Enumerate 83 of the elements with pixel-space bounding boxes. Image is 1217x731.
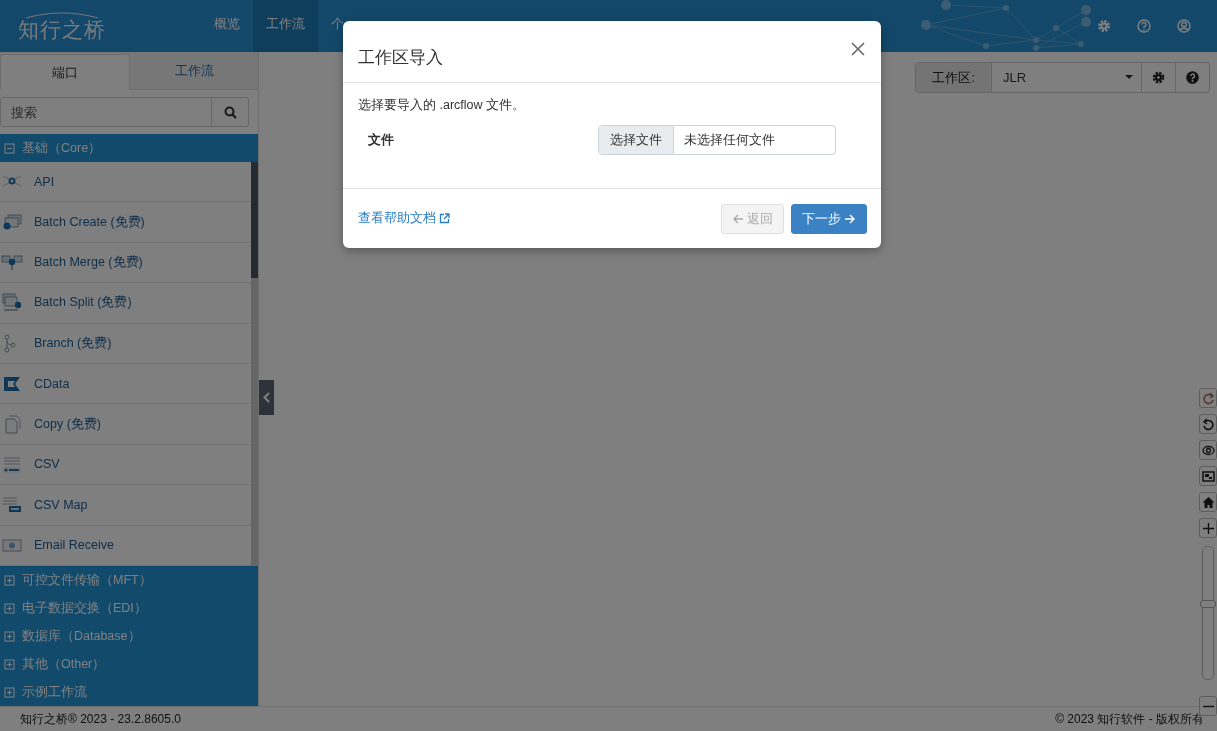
logo-text: 知行之桥 xyxy=(18,19,106,41)
category-label: 可控文件传输（MFT） xyxy=(22,571,152,589)
category-header[interactable]: 电子数据交换（EDI） xyxy=(0,594,258,622)
settings-icon xyxy=(1152,71,1165,84)
port-icon xyxy=(1,293,23,313)
port-label: API xyxy=(34,174,55,189)
fit-button[interactable] xyxy=(1199,466,1217,486)
dialog-description: 选择要导入的 .arcflow 文件。 xyxy=(358,97,526,114)
dialog-title: 工作区导入 xyxy=(358,47,443,69)
port-item[interactable]: Batch Split (免费) xyxy=(0,283,251,324)
chevron-left-icon xyxy=(263,392,270,403)
port-label: Copy (免费) xyxy=(34,415,101,433)
file-status-text: 未选择任何文件 xyxy=(683,132,775,149)
scrollbar-thumb[interactable] xyxy=(251,162,258,278)
zoom-slider[interactable] xyxy=(1202,546,1214,680)
sidebar-tab[interactable]: 端口 xyxy=(0,54,130,90)
fit-screen-icon xyxy=(1201,469,1215,483)
arrow-right-icon xyxy=(844,212,856,225)
search-icon xyxy=(223,105,237,119)
help-icon xyxy=(1186,71,1199,84)
version-text: 知行之桥® 2023 - 23.2.8605.0 xyxy=(20,710,181,728)
nav-tab[interactable]: 工作流 xyxy=(253,0,318,52)
collapse-sidebar-button[interactable] xyxy=(259,380,274,415)
port-icon xyxy=(1,212,23,232)
workspace-selector[interactable]: 工作区: JLR xyxy=(915,62,1142,93)
category-label: 数据库（Database） xyxy=(22,627,141,645)
workspace-label: 工作区: xyxy=(916,63,992,92)
help-link[interactable]: 查看帮助文档 xyxy=(358,210,450,227)
next-button[interactable]: 下一步 xyxy=(791,203,867,234)
port-icon xyxy=(1,495,23,515)
port-item[interactable]: Copy (免费) xyxy=(0,404,251,445)
port-icon xyxy=(1,454,23,474)
port-icon xyxy=(1,252,23,272)
view-button[interactable] xyxy=(1199,440,1217,460)
undo-button[interactable] xyxy=(1199,414,1217,434)
port-label: Batch Split (免费) xyxy=(34,294,132,312)
settings-icon[interactable] xyxy=(1097,19,1111,33)
category-label: 示例工作流 xyxy=(22,683,87,701)
sidebar-tab[interactable]: 工作流 xyxy=(130,52,258,90)
help-icon[interactable] xyxy=(1137,19,1151,33)
category-header[interactable]: 示例工作流 xyxy=(0,678,258,706)
caret-icon xyxy=(1125,75,1133,80)
user-icon[interactable] xyxy=(1177,19,1191,33)
field-label: 文件 xyxy=(367,131,395,149)
slider-thumb[interactable] xyxy=(1200,600,1216,609)
port-item[interactable]: CSV xyxy=(0,444,251,486)
home-icon xyxy=(1201,495,1215,509)
port-label: Branch (免费) xyxy=(34,334,112,352)
category-label: 基础（Core） xyxy=(22,139,102,157)
port-item[interactable]: CSV Map xyxy=(0,485,251,526)
plus-icon xyxy=(1201,521,1215,535)
nav-tab[interactable]: 概览 xyxy=(201,0,253,52)
category-header[interactable]: 基础（Core） xyxy=(0,134,258,162)
port-label: CData xyxy=(34,376,70,391)
port-label: Email Receive xyxy=(34,538,114,553)
eye-icon xyxy=(1201,443,1215,457)
category-header[interactable]: 可控文件传输（MFT） xyxy=(0,566,258,594)
undo-icon xyxy=(1201,417,1215,431)
port-label: Batch Merge (免费) xyxy=(34,253,143,271)
port-label: CSV xyxy=(34,457,60,472)
port-item[interactable]: Batch Merge (免费) xyxy=(0,242,251,284)
port-label: Batch Create (免费) xyxy=(34,213,145,231)
zoom-in-button[interactable] xyxy=(1199,518,1217,538)
port-item[interactable]: CData xyxy=(0,363,251,405)
workspace-value: JLR xyxy=(1003,70,1027,85)
copyright-text: © 2023 知行软件 - 版权所有 xyxy=(1055,710,1204,728)
category-header[interactable]: 数据库（Database） xyxy=(0,622,258,650)
close-icon xyxy=(851,41,865,56)
help-button[interactable] xyxy=(1176,62,1210,93)
category-label: 其他（Other） xyxy=(22,655,106,673)
redo-button[interactable] xyxy=(1199,388,1217,408)
search-button[interactable] xyxy=(212,97,249,127)
arrow-left-icon xyxy=(732,212,744,225)
file-input-field[interactable]: 选择文件 未选择任何文件 xyxy=(598,125,836,155)
port-item[interactable]: Batch Create (免费) xyxy=(0,202,251,243)
choose-file-button[interactable]: 选择文件 xyxy=(599,126,674,154)
external-link-icon xyxy=(439,213,450,224)
category-label: 电子数据交换（EDI） xyxy=(22,599,147,617)
search-field[interactable]: 搜索 xyxy=(0,97,212,127)
category-header[interactable]: 其他（Other） xyxy=(0,650,258,678)
port-label: CSV Map xyxy=(34,497,88,512)
redo-icon xyxy=(1201,391,1215,405)
settings-button[interactable] xyxy=(1142,62,1176,93)
